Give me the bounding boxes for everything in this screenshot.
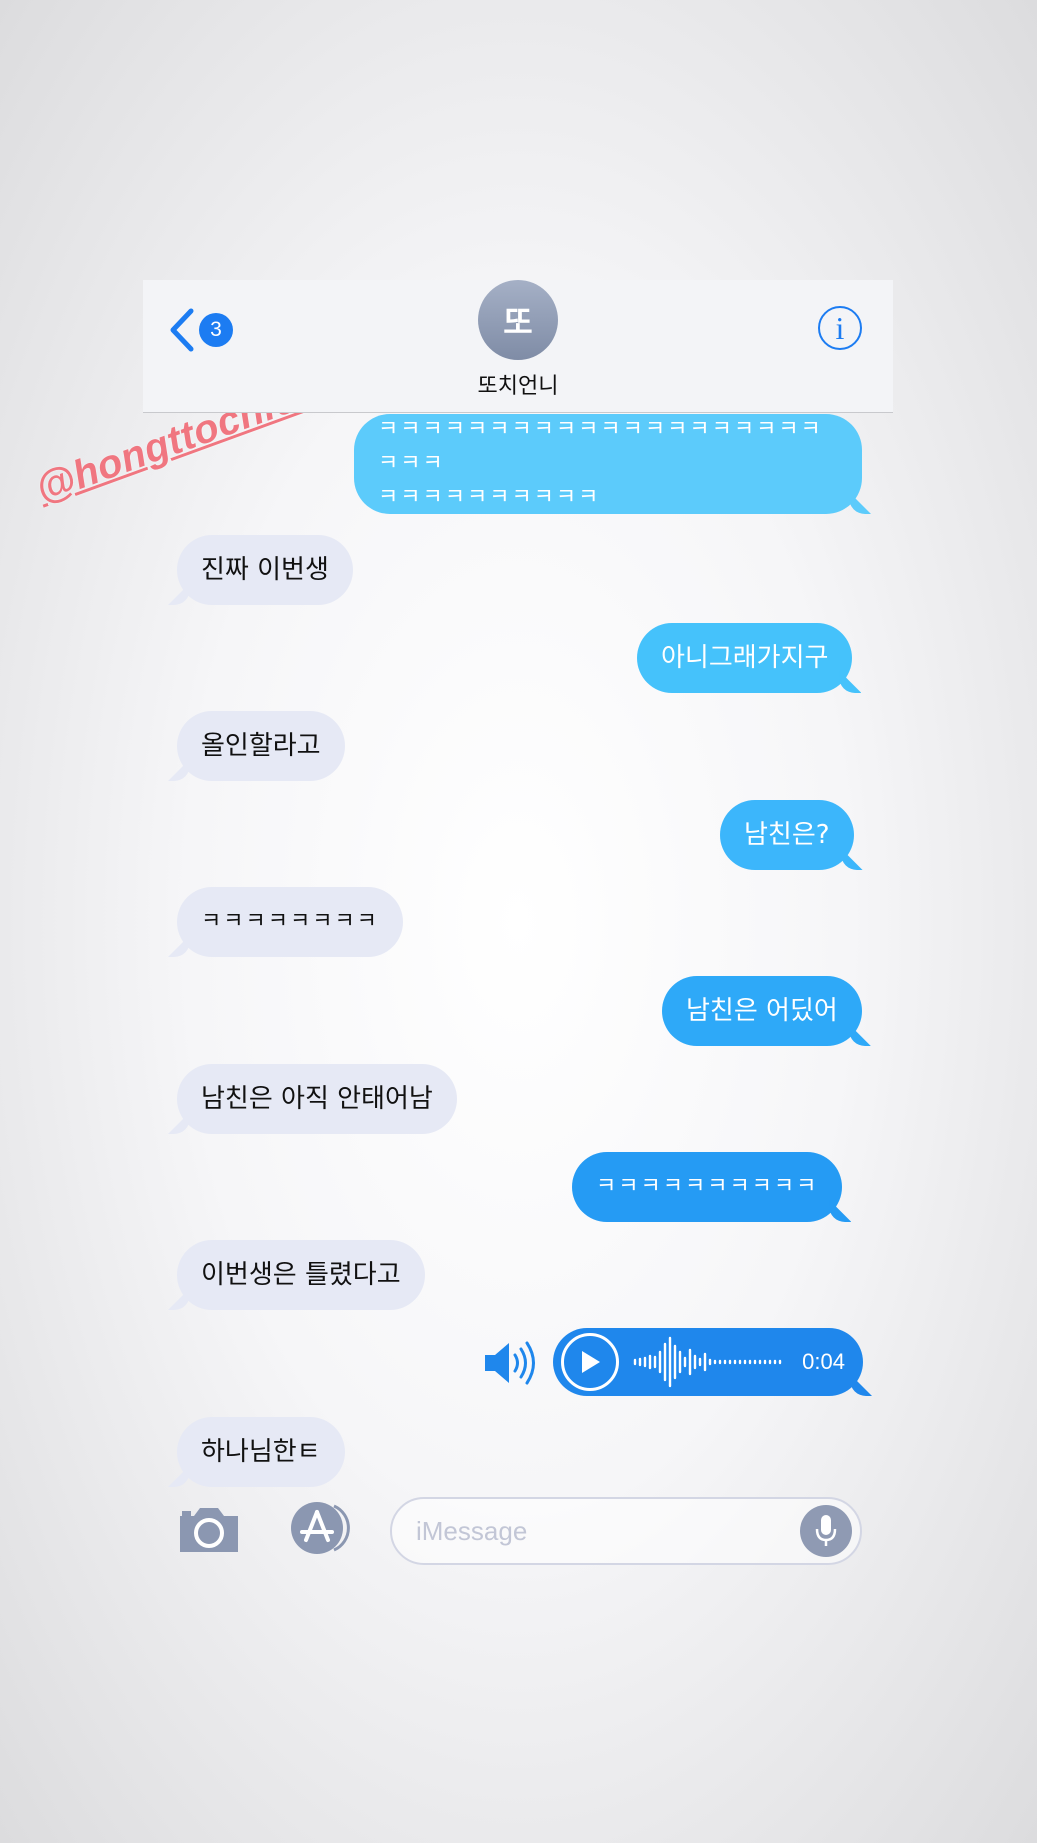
message-text: 하나님한ㅌ xyxy=(201,1437,321,1467)
message-bubble-incoming[interactable]: 남친은 아직 안태어남 xyxy=(177,1064,457,1134)
message-text: ㅋㅋㅋㅋㅋㅋㅋㅋㅋㅋ xyxy=(378,485,601,510)
audio-waveform xyxy=(633,1336,782,1388)
app-store-button[interactable] xyxy=(284,1500,356,1560)
message-bubble-incoming[interactable]: 올인할라고 xyxy=(177,711,345,781)
conversation-header: 3 또 또치언니 i xyxy=(143,280,893,413)
speaker-icon[interactable] xyxy=(483,1340,539,1390)
message-bubble-outgoing[interactable]: 남친은? xyxy=(720,800,854,870)
audio-duration: 0:04 xyxy=(802,1349,845,1374)
message-bubble-incoming[interactable]: 하나님한ㅌ xyxy=(177,1417,345,1487)
contact-name[interactable]: 또치언니 xyxy=(418,368,618,400)
microphone-icon xyxy=(815,1515,837,1546)
message-text: ㅋㅋㅋㅋㅋㅋㅋㅋㅋㅋㅋㅋㅋㅋㅋㅋㅋㅋㅋㅋㅋㅋㅋ xyxy=(378,417,823,476)
play-button[interactable] xyxy=(561,1333,619,1391)
message-text: 진짜 이번생 xyxy=(201,555,329,585)
info-button[interactable]: i xyxy=(818,306,862,350)
camera-button[interactable] xyxy=(176,1502,242,1560)
message-bubble-incoming[interactable]: 진짜 이번생 xyxy=(177,535,353,605)
message-bubble-incoming[interactable]: 이번생은 틀렸다고 xyxy=(177,1240,425,1310)
message-text: 올인할라고 xyxy=(201,731,321,761)
message-text: 아니그래가지구 xyxy=(661,643,829,673)
message-text: 남친은 아직 안태어남 xyxy=(201,1084,433,1114)
message-bubble-outgoing[interactable]: 남친은 어딨어 xyxy=(662,976,862,1046)
message-bubble-outgoing[interactable]: ㅋㅋㅋㅋㅋㅋㅋㅋㅋㅋ xyxy=(572,1152,843,1222)
message-text: 남친은 어딨어 xyxy=(686,996,838,1026)
message-bubble-incoming[interactable]: ㅋㅋㅋㅋㅋㅋㅋㅋ xyxy=(177,887,403,957)
message-text: 남친은? xyxy=(744,820,830,850)
app-store-icon xyxy=(291,1502,350,1554)
message-text: 이번생은 틀렸다고 xyxy=(201,1260,401,1290)
message-bubble-outgoing[interactable]: ㅋㅋㅋㅋㅋㅋㅋㅋㅋㅋㅋㅋㅋㅋㅋㅋㅋㅋㅋㅋㅋㅋㅋ ㅋㅋㅋㅋㅋㅋㅋㅋㅋㅋ xyxy=(354,414,862,514)
camera-icon xyxy=(180,1508,238,1552)
chevron-left-icon xyxy=(170,308,194,352)
message-input[interactable] xyxy=(416,1499,776,1563)
message-text: ㅋㅋㅋㅋㅋㅋㅋㅋㅋㅋ xyxy=(596,1174,819,1199)
microphone-button[interactable] xyxy=(800,1505,852,1557)
back-button[interactable]: 3 xyxy=(169,302,233,358)
avatar[interactable]: 또 xyxy=(478,280,558,360)
audio-message-bubble[interactable]: 0:04 xyxy=(553,1328,863,1396)
message-bubble-outgoing[interactable]: 아니그래가지구 xyxy=(637,623,853,693)
message-text: ㅋㅋㅋㅋㅋㅋㅋㅋ xyxy=(201,909,379,934)
message-input-field[interactable] xyxy=(390,1497,862,1565)
info-icon: i xyxy=(835,309,845,346)
unread-badge: 3 xyxy=(199,313,233,347)
play-icon xyxy=(582,1351,600,1373)
